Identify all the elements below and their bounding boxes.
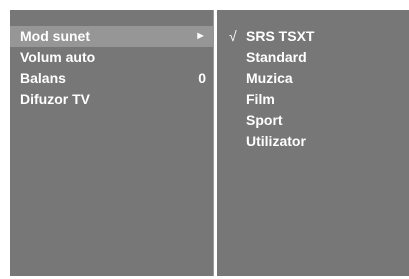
option-label: Film xyxy=(246,91,275,107)
option-srs-tsxt[interactable]: √ SRS TSXT xyxy=(217,26,409,47)
option-label: Standard xyxy=(246,49,307,65)
menu-item-difuzor-tv[interactable]: Difuzor TV xyxy=(10,89,214,110)
menu-item-label: Difuzor TV xyxy=(20,91,90,107)
menu-item-label: Mod sunet xyxy=(20,28,90,44)
option-label: Muzica xyxy=(246,70,293,86)
option-utilizator[interactable]: Utilizator xyxy=(217,131,409,152)
menu-item-label: Volum auto xyxy=(20,49,96,65)
balans-value: 0 xyxy=(198,70,206,86)
menu-item-mod-sunet[interactable]: Mod sunet ► xyxy=(10,26,214,47)
menu-item-label: Balans xyxy=(20,70,66,86)
menu-item-balans[interactable]: Balans 0 xyxy=(10,68,214,89)
check-mark-icon: √ xyxy=(229,28,237,44)
submenu-panel: √ SRS TSXT Standard Muzica Film Sport Ut… xyxy=(217,10,409,276)
option-label: Sport xyxy=(246,112,283,128)
option-label: Utilizator xyxy=(246,133,306,149)
option-standard[interactable]: Standard xyxy=(217,47,409,68)
option-film[interactable]: Film xyxy=(217,89,409,110)
option-muzica[interactable]: Muzica xyxy=(217,68,409,89)
option-sport[interactable]: Sport xyxy=(217,110,409,131)
main-menu-panel: Mod sunet ► Volum auto Balans 0 Difuzor … xyxy=(10,10,214,276)
menu-item-volum-auto[interactable]: Volum auto xyxy=(10,47,214,68)
tv-audio-menu-screen: Mod sunet ► Volum auto Balans 0 Difuzor … xyxy=(0,0,409,279)
submenu-arrow-icon: ► xyxy=(195,30,206,42)
option-label: SRS TSXT xyxy=(246,28,315,44)
